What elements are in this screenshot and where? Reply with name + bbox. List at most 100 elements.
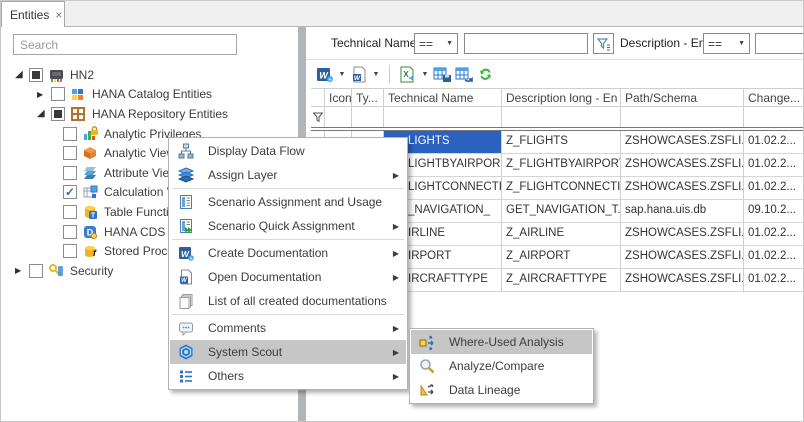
chevron-down-icon[interactable]: ▼ xyxy=(419,71,431,78)
data-lineage-icon xyxy=(419,382,435,398)
menu-item-scenario-quick-assignment[interactable]: Scenario Quick Assignment ▶ xyxy=(170,214,406,238)
checkbox[interactable] xyxy=(29,264,43,278)
filter-settings-button[interactable] xyxy=(593,33,614,54)
column-header-icon[interactable]: Icon xyxy=(325,88,352,107)
menu-item-scenario-assignment-and-usage[interactable]: Scenario Assignment and Usage xyxy=(170,190,406,214)
close-icon[interactable]: × xyxy=(55,9,62,21)
path-schema-cell[interactable]: ZSHOWCASES.ZSFLI... xyxy=(621,131,744,154)
path-schema-cell[interactable]: sap.hana.uis.db xyxy=(621,200,744,223)
column-header-technical-name[interactable]: Technical Name xyxy=(384,88,502,107)
checkbox[interactable] xyxy=(63,127,77,141)
menu-item-others[interactable]: Others ▶ xyxy=(170,364,406,388)
tree-item-hana-catalog-entities[interactable]: ▶ HANA Catalog Entities xyxy=(1,85,298,105)
description-cell[interactable]: Z_FLIGHTBYAIRPORT xyxy=(502,154,621,177)
checkbox[interactable] xyxy=(63,166,77,180)
expander-icon[interactable]: ▶ xyxy=(15,266,29,275)
submenu-item-label: Where-Used Analysis xyxy=(449,335,564,349)
context-menu: Display Data Flow Assign Layer ▶ Scenari… xyxy=(168,137,408,390)
chevron-down-icon[interactable]: ▼ xyxy=(336,71,348,78)
menu-item-list-of-all-created-documentations[interactable]: List of all created documentations xyxy=(170,289,406,313)
save-table-layout-button[interactable] xyxy=(431,63,453,85)
checkbox[interactable] xyxy=(63,225,77,239)
column-header-description[interactable]: Description long - En xyxy=(502,88,621,107)
description-operator-select[interactable]: == ▼ xyxy=(703,33,750,54)
column-header-type[interactable]: Ty... xyxy=(352,88,384,107)
changed-cell[interactable]: 01.02.2... xyxy=(744,177,804,200)
filter-cell[interactable] xyxy=(352,107,384,127)
document-fast-forward-icon xyxy=(178,218,194,234)
tree-item-hn2[interactable]: ◢ HN2 xyxy=(1,65,298,85)
excel-export-button[interactable]: X xyxy=(397,63,419,85)
checkbox[interactable] xyxy=(51,87,65,101)
description-filter-label: Description - En xyxy=(620,36,705,50)
technical-name-filter-input[interactable] xyxy=(464,33,588,54)
tree-item-hana-repository-entities[interactable]: ◢ HANA Repository Entities xyxy=(1,104,298,124)
filter-cell[interactable] xyxy=(621,107,744,127)
expander-icon[interactable]: ▶ xyxy=(37,90,51,99)
checkbox[interactable]: ✓ xyxy=(63,185,77,199)
open-documentation-button[interactable]: W xyxy=(348,63,370,85)
refresh-button[interactable] xyxy=(475,63,497,85)
filter-cell[interactable] xyxy=(325,107,352,127)
menu-item-create-documentation[interactable]: W+ Create Documentation ▶ xyxy=(170,241,406,265)
svg-text:+: + xyxy=(328,76,332,83)
changed-cell[interactable]: 01.02.2... xyxy=(744,131,804,154)
technical-name-filter-label: Technical Name xyxy=(331,36,416,50)
expander-icon[interactable]: ◢ xyxy=(15,69,29,80)
menu-item-system-scout[interactable]: System Scout ▶ xyxy=(170,340,406,364)
chevron-down-icon[interactable]: ▼ xyxy=(370,71,382,78)
description-cell[interactable]: Z_AIRPORT xyxy=(502,246,621,269)
path-schema-cell[interactable]: ZSHOWCASES.ZSFLI... xyxy=(621,177,744,200)
description-cell[interactable]: Z_FLIGHTS xyxy=(502,131,621,154)
search-input[interactable] xyxy=(13,34,237,55)
tree-item-label: HANA Catalog Entities xyxy=(92,87,212,101)
technical-name-operator-select[interactable]: == ▼ xyxy=(414,33,458,54)
load-table-layout-button[interactable] xyxy=(453,63,475,85)
changed-cell[interactable]: 01.02.2... xyxy=(744,223,804,246)
checkbox[interactable] xyxy=(29,68,43,82)
checkbox[interactable] xyxy=(63,244,77,258)
checkbox[interactable] xyxy=(63,205,77,219)
description-filter-input[interactable] xyxy=(755,33,804,54)
path-schema-cell[interactable]: ZSHOWCASES.ZSFLI... xyxy=(621,154,744,177)
submenu-item-data-lineage[interactable]: Data Lineage xyxy=(411,378,592,402)
menu-item-label: Scenario Quick Assignment xyxy=(208,219,355,233)
description-cell[interactable]: Z_AIRLINE xyxy=(502,223,621,246)
menu-item-display-data-flow[interactable]: Display Data Flow xyxy=(170,139,406,163)
partial-check-mark xyxy=(32,71,40,79)
list-icon xyxy=(178,368,194,384)
column-header-indicator[interactable] xyxy=(311,88,325,107)
filter-cell[interactable] xyxy=(384,107,502,127)
checkbox[interactable] xyxy=(51,107,65,121)
submenu-item-where-used-analysis[interactable]: Where-Used Analysis xyxy=(411,330,592,354)
path-schema-cell[interactable]: ZSHOWCASES.ZSFLI... xyxy=(621,223,744,246)
filter-row-indicator-cell xyxy=(311,107,325,127)
filter-cell[interactable] xyxy=(744,107,804,127)
changed-cell[interactable]: 01.02.2... xyxy=(744,154,804,177)
path-schema-cell[interactable]: ZSHOWCASES.ZSFLI... xyxy=(621,246,744,269)
menu-item-assign-layer[interactable]: Assign Layer ▶ xyxy=(170,163,406,187)
menu-item-label: Others xyxy=(208,369,244,383)
tab-entities[interactable]: Entities × xyxy=(1,1,65,27)
checkbox[interactable] xyxy=(63,146,77,160)
operator-value: == xyxy=(419,37,433,51)
description-cell[interactable]: Z_AIRCRAFTTYPE xyxy=(502,269,621,292)
column-header-changed[interactable]: Change... xyxy=(744,88,804,107)
changed-cell[interactable]: 09.10.2... xyxy=(744,200,804,223)
menu-item-open-documentation[interactable]: W Open Documentation ▶ xyxy=(170,265,406,289)
check-mark: ✓ xyxy=(65,186,75,198)
create-documentation-button[interactable]: W+ xyxy=(314,63,336,85)
changed-cell[interactable]: 01.02.2... xyxy=(744,246,804,269)
operator-value: == xyxy=(708,37,722,51)
filter-cell[interactable] xyxy=(502,107,621,127)
changed-cell[interactable]: 01.02.2... xyxy=(744,269,804,292)
expander-icon[interactable]: ◢ xyxy=(37,108,51,119)
submenu-item-analyze-compare[interactable]: Analyze/Compare xyxy=(411,354,592,378)
description-cell[interactable]: GET_NAVIGATION_T... xyxy=(502,200,621,223)
column-header-path-schema[interactable]: Path/Schema xyxy=(621,88,744,107)
grid-toolbar: W+ ▼ W ▼ X ▼ xyxy=(306,60,804,88)
menu-item-comments[interactable]: Comments ▶ xyxy=(170,316,406,340)
submenu-arrow-icon: ▶ xyxy=(393,249,399,258)
description-cell[interactable]: Z_FLIGHTCONNECTI... xyxy=(502,177,621,200)
path-schema-cell[interactable]: ZSHOWCASES.ZSFLI... xyxy=(621,269,744,292)
